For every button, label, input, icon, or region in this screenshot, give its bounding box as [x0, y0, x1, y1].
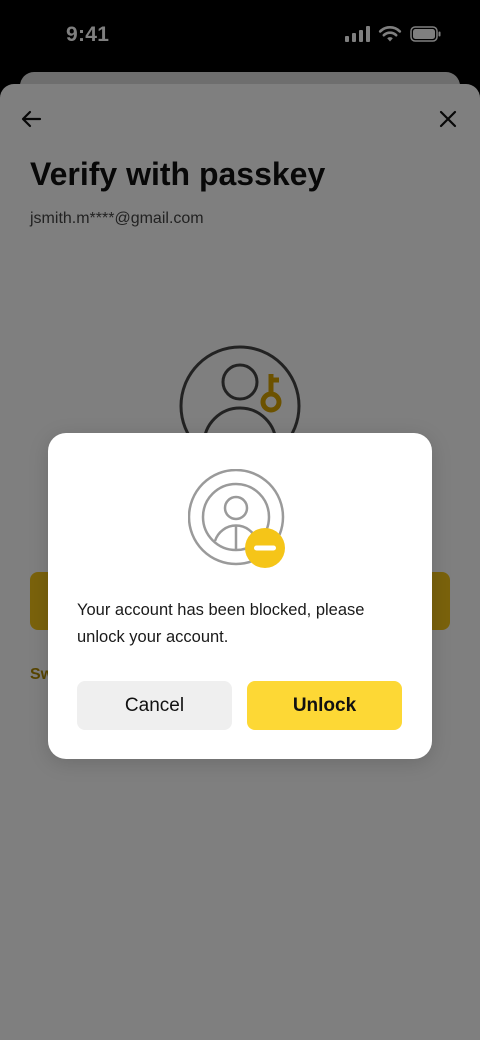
- cancel-button[interactable]: Cancel: [77, 681, 232, 730]
- wifi-icon: [378, 26, 402, 42]
- dialog-message: Your account has been blocked, please un…: [77, 601, 365, 646]
- battery-icon: [410, 26, 441, 42]
- user-blocked-icon: [188, 469, 285, 568]
- account-blocked-dialog: Your account has been blocked, please un…: [48, 433, 432, 759]
- status-icons: [345, 25, 442, 43]
- status-time: 9:41: [66, 23, 110, 46]
- status-bar: 9:41: [0, 0, 480, 72]
- unlock-button[interactable]: Unlock: [247, 681, 402, 730]
- close-icon[interactable]: [434, 105, 462, 133]
- arrow-left-icon[interactable]: [18, 105, 46, 133]
- account-email: jsmith.m****@gmail.com: [30, 210, 204, 227]
- sheet-nav-bar: [0, 84, 480, 152]
- cellular-signal-icon: [345, 26, 370, 42]
- page-title: Verify with passkey: [30, 156, 326, 192]
